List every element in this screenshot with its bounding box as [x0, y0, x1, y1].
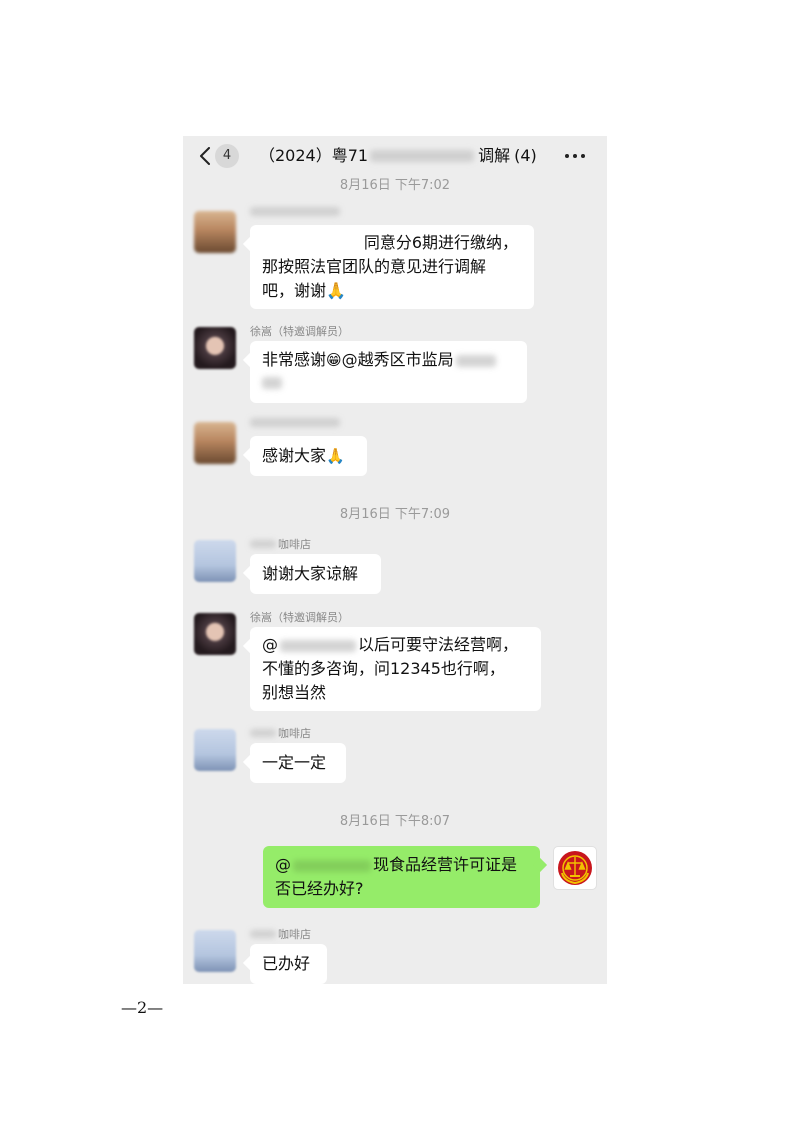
court-emblem-svg	[558, 851, 592, 885]
sender-name: 咖啡店	[250, 725, 311, 741]
sender-name: 咖啡店	[250, 536, 311, 552]
message-text: 非常感谢	[262, 350, 327, 369]
message-bubble[interactable]: 同意分6期进行缴纳， 那按照法官团队的意见进行调解 吧，谢谢🙏	[250, 225, 534, 309]
message-line: 否已经办好?	[275, 879, 364, 898]
message-bubble[interactable]: 已办好	[250, 944, 327, 984]
message-line: 那按照法官团队的意见进行调解	[262, 257, 487, 276]
message-line: 同意分6期进行缴纳，	[363, 233, 518, 252]
mention-prefix: @	[275, 855, 291, 874]
member-count: (4)	[514, 146, 537, 165]
pray-emoji: 🙏	[326, 447, 345, 465]
sender-name: 徐嵩（特邀调解员）	[250, 325, 349, 338]
sender-name: 徐嵩（特邀调解员）	[250, 611, 349, 624]
page-number: —2—	[121, 998, 164, 1017]
message-line: 别想当然	[262, 683, 327, 702]
outgoing-message-bubble[interactable]: @ 现食品经营许可证是 否已经办好?	[263, 846, 540, 908]
chat-screen: 4 （2024）粤71 调解 (4) 8月16日 下午7:02 同意分6期进行缴…	[183, 136, 607, 984]
message-line: 不懂的多咨询，问12345也行啊，	[262, 659, 505, 678]
timestamp: 8月16日 下午7:02	[339, 178, 451, 193]
sender-name: 咖啡店	[250, 926, 311, 942]
grin-emoji: 😁	[326, 351, 342, 369]
avatar[interactable]	[194, 613, 236, 655]
redacted-mention	[455, 354, 496, 367]
message-bubble[interactable]: @ 以后可要守法经营啊， 不懂的多咨询，问12345也行啊， 别想当然	[250, 627, 541, 711]
timestamp: 8月16日 下午7:09	[339, 507, 451, 522]
message-bubble[interactable]: 谢谢大家谅解	[250, 554, 381, 594]
redacted-case-number	[370, 150, 475, 162]
message-text: 感谢大家	[262, 446, 327, 465]
chat-header: 4 （2024）粤71 调解 (4)	[183, 136, 607, 176]
redacted-sender-name	[250, 207, 340, 216]
redacted-text	[262, 377, 282, 389]
message-bubble[interactable]: 一定一定	[250, 743, 346, 783]
chat-title-prefix: （2024）粤71	[259, 146, 369, 165]
avatar[interactable]	[194, 422, 236, 464]
more-dots-icon[interactable]	[565, 154, 585, 158]
chat-title: （2024）粤71 调解 (4)	[259, 145, 537, 167]
mention-text: @越秀区市监局	[341, 350, 454, 369]
court-emblem-icon[interactable]	[553, 846, 597, 890]
chevron-left-icon[interactable]	[199, 147, 211, 165]
message-line: 吧，谢谢🙏	[262, 281, 346, 300]
redacted-sender-name	[250, 418, 340, 427]
message-bubble[interactable]: 感谢大家🙏	[250, 436, 367, 476]
redacted-mention	[293, 859, 371, 872]
avatar[interactable]	[194, 327, 236, 369]
avatar[interactable]	[194, 729, 236, 771]
avatar[interactable]	[194, 211, 236, 253]
unread-count-badge[interactable]: 4	[215, 144, 239, 168]
redacted-mention	[280, 639, 356, 652]
mention-prefix: @	[262, 635, 278, 654]
timestamp: 8月16日 下午8:07	[339, 814, 451, 829]
message-line: 以后可要守法经营啊，	[358, 635, 519, 654]
avatar[interactable]	[194, 930, 236, 972]
avatar[interactable]	[194, 540, 236, 582]
message-bubble[interactable]: 非常感谢😁@越秀区市监局	[250, 341, 527, 403]
chat-title-suffix: 调解	[478, 146, 511, 165]
message-line: 现食品经营许可证是	[373, 855, 518, 874]
